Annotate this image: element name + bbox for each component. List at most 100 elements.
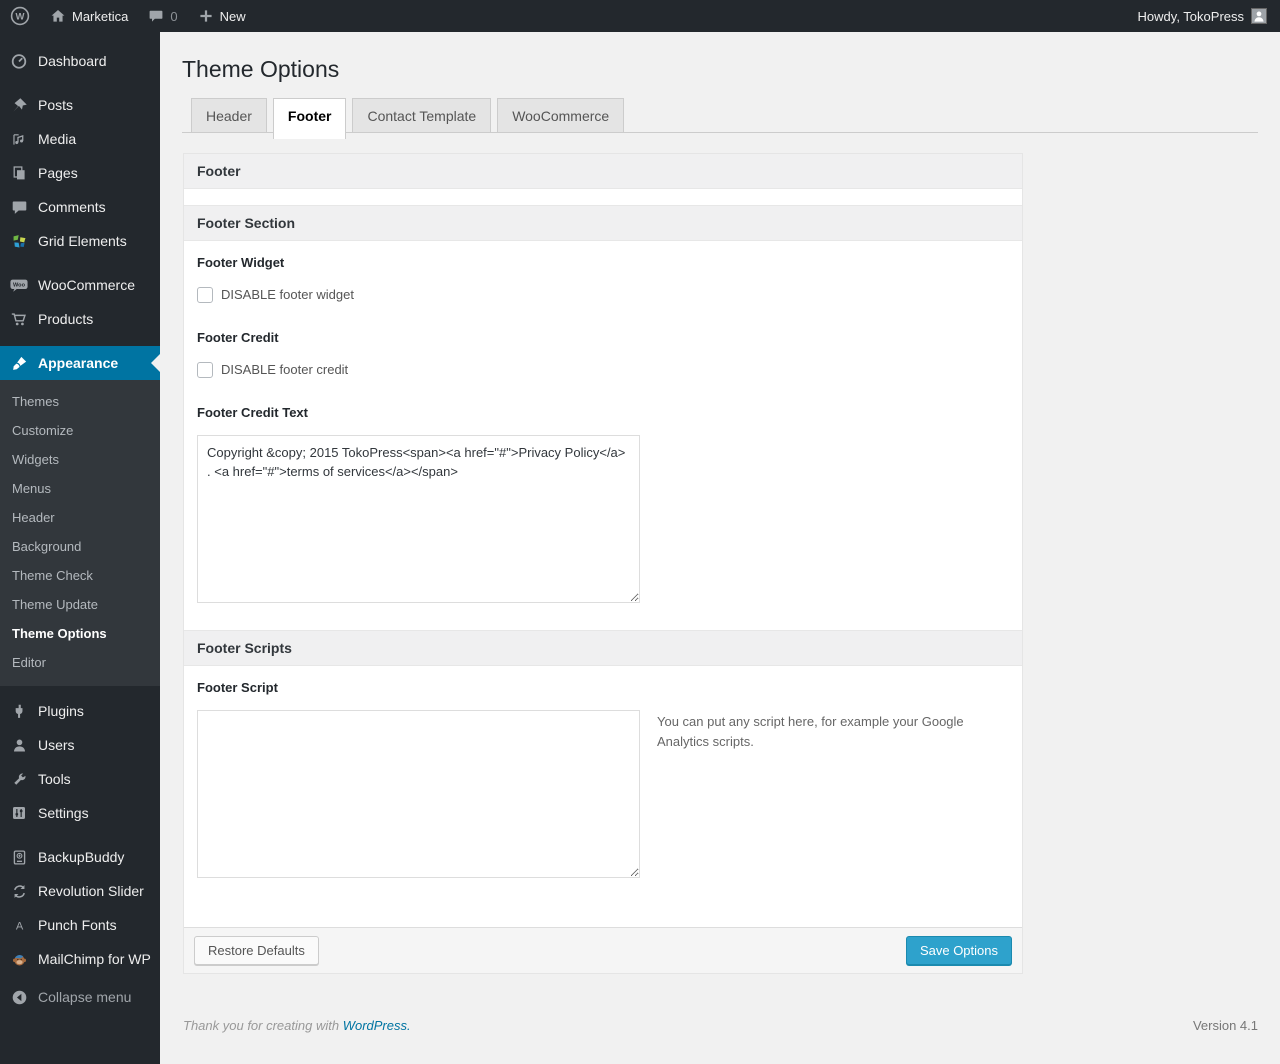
sidebar-item-posts[interactable]: Posts (0, 88, 160, 122)
wordpress-link[interactable]: WordPress. (343, 1018, 411, 1033)
restore-defaults-button[interactable]: Restore Defaults (194, 935, 319, 965)
version-text: Version 4.1 (1192, 1017, 1258, 1033)
comments-shortcut[interactable]: 0 (138, 0, 187, 32)
user-icon (8, 737, 30, 754)
sidebar-item-woocommerce[interactable]: Woo WooCommerce (0, 268, 160, 302)
new-content-menu[interactable]: New (188, 0, 256, 32)
home-icon (50, 8, 66, 24)
submenu-background[interactable]: Background (0, 532, 160, 561)
letter-a-icon: A (8, 917, 30, 934)
backup-drive-icon (8, 849, 30, 866)
sidebar-item-punch-fonts[interactable]: A Punch Fonts (0, 908, 160, 942)
disable-footer-widget-checkbox[interactable] (197, 286, 213, 303)
tab-footer[interactable]: Footer (272, 97, 347, 139)
sidebar-item-revolution-slider[interactable]: Revolution Slider (0, 874, 160, 908)
wordpress-logo-icon: W (10, 6, 30, 26)
submenu-menus[interactable]: Menus (0, 474, 160, 503)
footer-thanks: Thank you for creating with WordPress. (183, 1017, 411, 1033)
tab-bar: Header Footer Contact Template WooCommer… (182, 97, 1258, 139)
plugin-icon (8, 703, 30, 720)
sidebar-item-grid-elements[interactable]: Grid Elements (0, 224, 160, 258)
svg-text:A: A (15, 920, 23, 932)
wrench-icon (8, 771, 30, 788)
sidebar-item-settings[interactable]: Settings (0, 796, 160, 830)
comment-bubble-icon (148, 8, 164, 24)
disable-footer-widget-label: DISABLE footer widget (221, 287, 354, 303)
footer-section-body: Footer Widget DISABLE footer widget Foot… (184, 255, 1022, 630)
plus-icon (198, 8, 214, 24)
footer-script-textarea[interactable] (197, 709, 640, 878)
refresh-arrows-icon (8, 883, 30, 900)
panel-spacer (184, 188, 1022, 205)
submenu-widgets[interactable]: Widgets (0, 445, 160, 474)
comments-icon (8, 199, 30, 216)
panel-header: Footer (184, 153, 1022, 189)
page-title: Theme Options (182, 56, 340, 82)
footer-credit-text-textarea[interactable]: Copyright &copy; 2015 TokoPress<span><a … (197, 434, 640, 603)
footer-script-label: Footer Script (197, 679, 278, 695)
sidebar-item-appearance[interactable]: Appearance (0, 346, 160, 380)
submenu-header[interactable]: Header (0, 503, 160, 532)
submenu-theme-options[interactable]: Theme Options (0, 619, 160, 648)
panel-actions: Restore Defaults Save Options (184, 926, 1022, 973)
footer-scripts-body: Footer Script You can put any script her… (184, 680, 1022, 878)
footer-credit-text-label: Footer Credit Text (197, 404, 308, 420)
woocommerce-icon: Woo (8, 276, 30, 294)
footer-credit-checkbox-row: DISABLE footer credit (197, 361, 1009, 378)
footer-widget-label: Footer Widget (197, 254, 285, 270)
current-menu-arrow (151, 354, 160, 372)
tab-contact-template[interactable]: Contact Template (352, 97, 492, 133)
sidebar-item-users[interactable]: Users (0, 728, 160, 762)
svg-text:W: W (16, 12, 25, 23)
pages-icon (8, 165, 30, 181)
submenu-customize[interactable]: Customize (0, 416, 160, 445)
comment-count: 0 (170, 8, 178, 24)
sidebar-item-media[interactable]: Media (0, 122, 160, 156)
svg-text:Woo: Woo (13, 283, 26, 289)
new-label: New (219, 8, 246, 24)
tab-header[interactable]: Header (191, 97, 267, 133)
submenu-theme-update[interactable]: Theme Update (0, 590, 160, 619)
sidebar-item-dashboard[interactable]: Dashboard (0, 44, 160, 78)
footer-script-help-text: You can put any script here, for example… (657, 713, 964, 750)
footer-credit-label: Footer Credit (197, 329, 279, 345)
admin-footer: Thank you for creating with WordPress. V… (183, 1018, 1258, 1033)
sidebar-item-comments[interactable]: Comments (0, 190, 160, 224)
sidebar-item-pages[interactable]: Pages (0, 156, 160, 190)
sidebar-item-products[interactable]: Products (0, 302, 160, 336)
submenu-theme-check[interactable]: Theme Check (0, 561, 160, 590)
site-name: Marketica (72, 8, 129, 24)
dashboard-icon (8, 52, 30, 70)
avatar (1251, 8, 1267, 24)
appearance-submenu: Themes Customize Widgets Menus Header Ba… (0, 380, 160, 686)
submenu-editor[interactable]: Editor (0, 648, 160, 677)
sidebar-item-mailchimp[interactable]: MailChimp for WP (0, 942, 160, 976)
appearance-brush-icon (8, 355, 30, 372)
tab-woocommerce[interactable]: WooCommerce (497, 97, 625, 133)
disable-footer-credit-checkbox[interactable] (197, 361, 213, 378)
grid-elements-icon (8, 233, 30, 250)
save-options-button[interactable]: Save Options (905, 935, 1012, 965)
collapse-arrow-icon (8, 989, 30, 1006)
account-menu[interactable]: Howdy, TokoPress (1138, 8, 1280, 24)
mailchimp-monkey-icon (8, 951, 30, 968)
wordpress-logo-menu[interactable]: W (0, 0, 40, 32)
sidebar-item-tools[interactable]: Tools (0, 762, 160, 796)
admin-bar: W Marketica 0 New Howdy, TokoPress (0, 0, 1280, 32)
submenu-themes[interactable]: Themes (0, 387, 160, 416)
media-icon (8, 131, 30, 148)
footer-section-header: Footer Section (184, 204, 1022, 241)
settings-sliders-icon (8, 805, 30, 821)
admin-sidebar: Dashboard Posts Media Pages Comments Gri… (0, 32, 160, 1064)
sidebar-item-plugins[interactable]: Plugins (0, 694, 160, 728)
sidebar-item-backupbuddy[interactable]: BackupBuddy (0, 840, 160, 874)
pushpin-icon (8, 97, 30, 114)
main-content: Theme Options Header Footer Contact Temp… (160, 32, 1280, 1064)
footer-scripts-header: Footer Scripts (184, 629, 1022, 666)
disable-footer-credit-label: DISABLE footer credit (221, 362, 349, 378)
howdy-text: Howdy, TokoPress (1137, 8, 1244, 24)
theme-options-panel: Footer Footer Section Footer Widget DISA… (183, 152, 1023, 974)
collapse-menu-button[interactable]: Collapse menu (0, 980, 160, 1014)
cart-icon (8, 310, 30, 328)
visit-site-link[interactable]: Marketica (40, 0, 138, 32)
